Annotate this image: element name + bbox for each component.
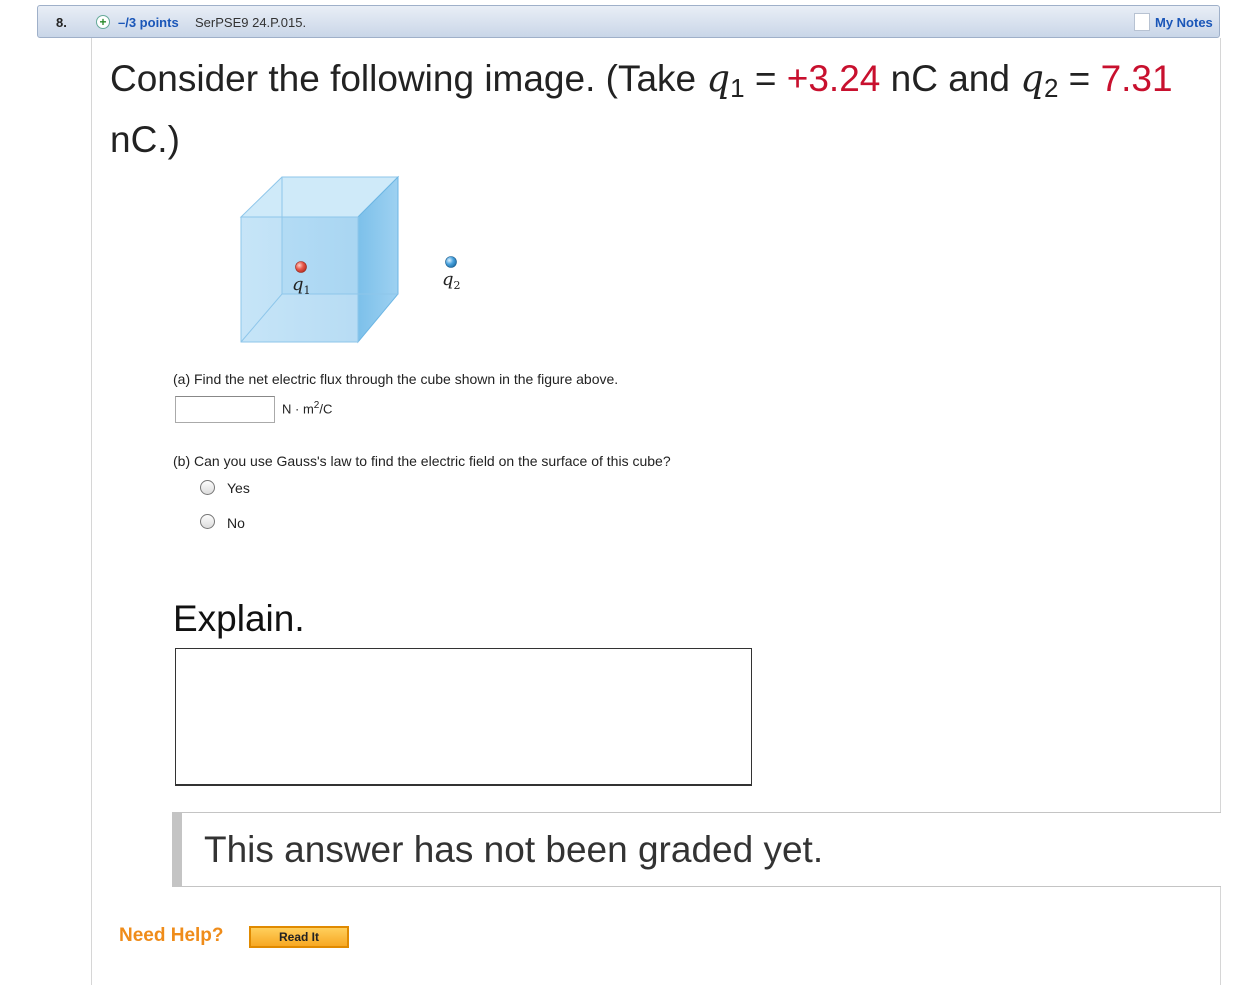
content-frame-left-border <box>91 38 92 985</box>
explain-heading: Explain. <box>173 598 305 639</box>
cube-figure: q1 q2 <box>239 175 461 344</box>
document-icon[interactable] <box>1134 13 1150 31</box>
grading-status-text: This answer has not been graded yet. <box>204 829 824 870</box>
question-header: 8. + –/3 points SerPSE9 24.P.015. My Not… <box>37 5 1220 38</box>
q2-subscript: 2 <box>1043 73 1059 103</box>
question-number: 8. <box>56 15 67 30</box>
question-prompt: Consider the following image. (Take q1 =… <box>110 48 1190 170</box>
cube <box>239 175 400 344</box>
prompt-mid: nC and <box>880 58 1021 99</box>
flux-answer-input[interactable] <box>175 396 275 423</box>
read-it-button[interactable]: Read It <box>249 926 349 948</box>
q2-value: 7.31 <box>1100 58 1173 99</box>
q1-symbol: q <box>706 57 731 100</box>
radio-no-label[interactable]: No <box>227 515 245 531</box>
q2-figure-label: q2 <box>442 269 461 292</box>
part-a-question: (a) Find the net electric flux through t… <box>173 371 619 387</box>
need-help-label: Need Help? <box>119 925 224 946</box>
q2-symbol: q <box>1020 57 1044 100</box>
prompt-tail: nC.) <box>110 119 180 160</box>
q1-subscript: 1 <box>730 73 745 103</box>
points-label: –/3 points <box>118 15 179 30</box>
prompt-lead: Consider the following image. (Take <box>110 58 707 99</box>
prompt-equals-2: = <box>1058 58 1101 99</box>
explain-textarea[interactable] <box>175 648 752 786</box>
grading-status-panel: This answer has not been graded yet. <box>172 812 1221 887</box>
question-id: SerPSE9 24.P.015. <box>195 15 307 30</box>
radio-no[interactable] <box>200 514 215 529</box>
prompt-equals-1: = <box>744 58 787 99</box>
expand-plus-icon[interactable]: + <box>96 15 110 29</box>
radio-yes-label[interactable]: Yes <box>227 480 250 496</box>
flux-unit: N · m2/C <box>282 400 333 417</box>
part-b-question: (b) Can you use Gauss's law to find the … <box>173 453 671 469</box>
q1-charge <box>295 261 307 273</box>
my-notes-link[interactable]: My Notes <box>1155 15 1213 30</box>
q1-value: +3.24 <box>786 58 881 99</box>
q2-charge <box>445 256 457 268</box>
radio-yes[interactable] <box>200 480 215 495</box>
